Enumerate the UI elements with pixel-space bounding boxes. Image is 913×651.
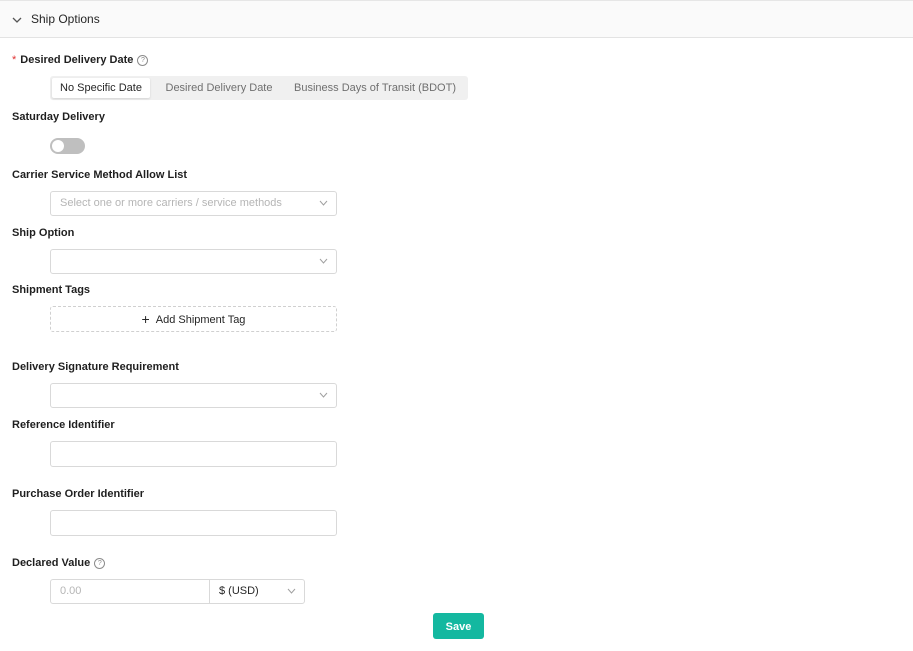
help-icon[interactable]: ? (137, 55, 149, 66)
toggle-knob (52, 140, 64, 152)
option-desired-delivery-date[interactable]: Desired Delivery Date (156, 78, 282, 98)
carrier-allow-list-placeholder: Select one or more carriers / service me… (60, 197, 282, 209)
ship-options-panel-header[interactable]: Ship Options (0, 0, 913, 38)
save-button[interactable]: Save (433, 613, 484, 639)
desired-delivery-date-label: * Desired Delivery Date? (12, 54, 149, 66)
ship-option-label: Ship Option (12, 227, 75, 239)
desired-delivery-date-text: Desired Delivery Date (20, 54, 134, 66)
add-shipment-tag-button[interactable]: + Add Shipment Tag (50, 306, 337, 332)
reference-identifier-label: Reference Identifier (12, 419, 115, 431)
signature-requirement-label: Delivery Signature Requirement (12, 361, 179, 373)
chevron-down-icon (319, 200, 328, 206)
add-shipment-tag-label: Add Shipment Tag (155, 314, 246, 326)
declared-value-input[interactable]: 0.00 (50, 579, 210, 604)
option-bdot[interactable]: Business Days of Transit (BDOT) (286, 78, 464, 98)
signature-requirement-select[interactable] (50, 383, 337, 408)
chevron-down-icon (319, 258, 328, 264)
carrier-allow-list-label: Carrier Service Method Allow List (12, 169, 188, 181)
chevron-down-icon (287, 588, 296, 594)
panel-title: Ship Options (31, 12, 100, 26)
carrier-allow-list-select[interactable]: Select one or more carriers / service me… (50, 191, 337, 216)
currency-value: $ (USD) (219, 585, 259, 597)
ship-option-select[interactable] (50, 249, 337, 274)
declared-value-placeholder: 0.00 (60, 585, 82, 597)
purchase-order-input[interactable] (50, 510, 337, 536)
shipment-tags-label: Shipment Tags (12, 284, 91, 296)
declared-value-label: Declared Value? (12, 557, 106, 569)
reference-identifier-input[interactable] (50, 441, 337, 467)
chevron-down-icon[interactable] (11, 14, 23, 26)
option-no-specific-date[interactable]: No Specific Date (52, 78, 150, 98)
help-icon[interactable]: ? (94, 558, 106, 569)
declared-value-text: Declared Value (12, 557, 91, 569)
saturday-delivery-toggle[interactable] (50, 138, 85, 154)
purchase-order-label: Purchase Order Identifier (12, 488, 145, 500)
required-marker: * (12, 54, 17, 66)
currency-select[interactable]: $ (USD) (209, 579, 305, 604)
saturday-delivery-label: Saturday Delivery (12, 111, 105, 123)
chevron-down-icon (319, 392, 328, 398)
plus-icon: + (141, 311, 150, 327)
delivery-date-mode-selector: No Specific Date Desired Delivery Date B… (50, 76, 468, 100)
